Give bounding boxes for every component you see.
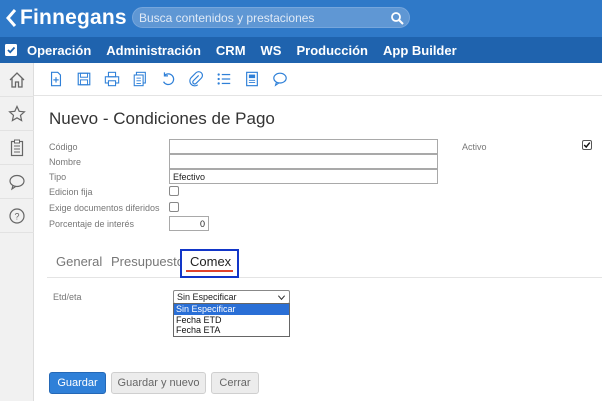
logo[interactable]: Finnegans [6,6,127,29]
option-fecha-etd[interactable]: Fecha ETD [174,315,289,326]
etd-eta-label: Etd/eta [53,292,82,302]
sidebar-favorites[interactable] [0,97,34,131]
etd-eta-dropdown: Sin Especificar Fecha ETD Fecha ETA [173,303,290,337]
svg-text:?: ? [14,211,19,221]
chat-bubble-icon [9,174,25,190]
top-bar: Finnegans [0,0,602,37]
nav-item-ws[interactable]: WS [261,43,282,58]
etd-eta-selected-value: Sin Especificar [177,292,237,302]
exige-documentos-checkbox[interactable] [169,202,179,212]
tab-general[interactable]: General [56,254,102,269]
app-root: Finnegans Operación Administración CRM W… [0,0,602,401]
search-icon[interactable] [390,11,404,25]
help-icon: ? [9,207,25,224]
sidebar-tasks[interactable] [0,131,34,165]
attach-button[interactable] [187,70,205,88]
option-fecha-eta[interactable]: Fecha ETA [174,325,289,336]
etd-eta-select[interactable]: Sin Especificar [173,290,290,304]
edicion-fija-checkbox[interactable] [169,186,179,196]
comment-icon [273,72,287,87]
sidebar-chat[interactable] [0,165,34,199]
tab-active-underline [186,270,233,272]
porcentaje-input[interactable]: 0 [169,216,209,231]
nombre-label: Nombre [49,157,82,167]
nav-item-administracion[interactable]: Administración [106,43,201,58]
left-sidebar: ? [0,63,34,401]
comment-button[interactable] [271,70,289,88]
save-toolbar-button[interactable] [75,70,93,88]
tipo-label: Tipo [49,172,67,182]
document-button[interactable] [243,70,261,88]
document-icon [246,71,258,87]
undo-icon [163,72,175,86]
form-toolbar [47,68,299,90]
logo-icon [6,9,17,27]
paperclip-icon [189,71,204,87]
sidebar-help[interactable]: ? [0,199,34,233]
guardar-button[interactable]: Guardar [49,372,106,394]
codigo-input[interactable] [169,139,438,154]
guardar-y-nuevo-button[interactable]: Guardar y nuevo [111,372,206,394]
save-icon [77,72,91,86]
tab-presupuesto[interactable]: Presupuesto [111,254,184,269]
nav-item-operacion[interactable]: Operación [27,43,91,58]
nav-item-app-builder[interactable]: App Builder [383,43,457,58]
print-button[interactable] [103,70,121,88]
search-box[interactable] [132,7,410,28]
undo-button[interactable] [159,70,177,88]
edicion-fija-label: Edicion fija [49,187,93,197]
list-button[interactable] [215,70,233,88]
copy-button[interactable] [131,70,149,88]
option-sin-especificar[interactable]: Sin Especificar [174,304,289,315]
new-document-icon [50,71,62,87]
exige-documentos-label: Exige documentos diferidos [49,203,160,213]
nav-item-produccion[interactable]: Producción [296,43,368,58]
codigo-label: Código [49,142,78,152]
checkmark-icon [583,142,591,149]
tipo-input[interactable]: Efectivo [169,169,438,184]
chevron-down-icon [277,295,286,301]
clipboard-icon [10,139,24,156]
search-input[interactable] [139,9,389,26]
tabs-divider [47,277,602,278]
nav-item-crm[interactable]: CRM [216,43,246,58]
activo-label: Activo [462,142,487,152]
sidebar-home[interactable] [0,63,34,97]
tab-comex[interactable]: Comex [190,254,231,269]
print-icon [104,71,120,87]
page-title: Nuevo - Condiciones de Pago [49,109,275,128]
star-icon [8,104,26,122]
activo-checkbox[interactable] [582,140,592,150]
list-icon [217,73,231,85]
porcentaje-label: Porcentaje de interés [49,219,135,229]
toolbar-divider [34,95,602,96]
main-nav: Operación Administración CRM WS Producci… [0,37,602,63]
checkbox-menu-icon[interactable] [5,44,17,56]
new-button[interactable] [47,70,65,88]
copy-icon [133,71,146,87]
cerrar-button[interactable]: Cerrar [211,372,259,394]
logo-text: Finnegans [20,6,127,29]
home-icon [9,71,25,88]
nombre-input[interactable] [169,154,438,169]
